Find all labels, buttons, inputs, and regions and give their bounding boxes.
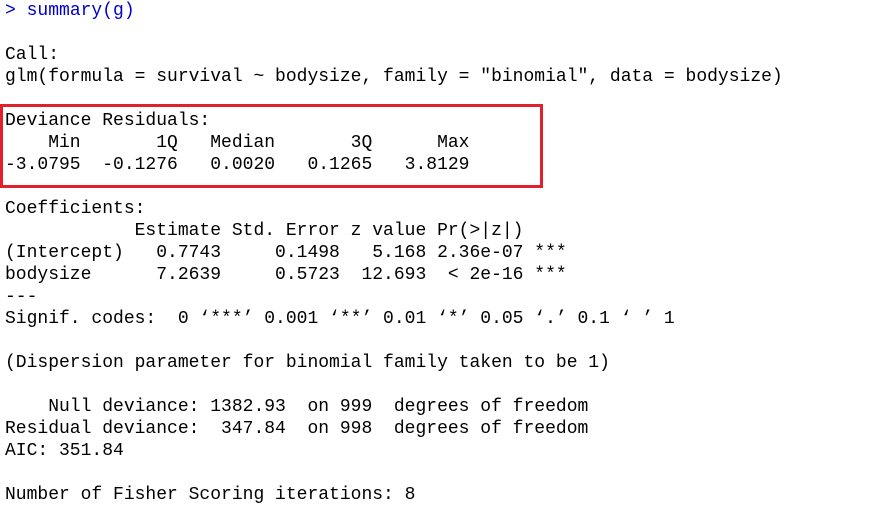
call-header: Call: xyxy=(5,45,60,65)
command-line: > summary(g) xyxy=(5,0,880,22)
aic-value: AIC: 351.84 xyxy=(5,441,124,461)
call-text: glm(formula = survival ~ bodysize, famil… xyxy=(5,67,783,87)
coefficients-row-intercept: (Intercept) 0.7743 0.1498 5.168 2.36e-07… xyxy=(5,243,567,263)
coefficients-title: Coefficients: xyxy=(5,199,146,219)
dispersion-note: (Dispersion parameter for binomial famil… xyxy=(5,353,610,373)
null-deviance: Null deviance: 1382.93 on 999 degrees of… xyxy=(5,397,589,417)
coefficients-separator: --- xyxy=(5,287,38,307)
signif-codes: Signif. codes: 0 ‘***’ 0.001 ‘**’ 0.01 ‘… xyxy=(5,309,675,329)
fisher-iterations: Number of Fisher Scoring iterations: 8 xyxy=(5,485,416,505)
prompt-symbol: > xyxy=(5,1,27,21)
r-console-output: > summary(g) Call: glm(formula = surviva… xyxy=(5,0,880,506)
coefficients-row-bodysize: bodysize 7.2639 0.5723 12.693 < 2e-16 **… xyxy=(5,265,567,285)
command-text: summary(g) xyxy=(26,1,135,21)
deviance-residuals-highlight-box xyxy=(0,104,543,188)
coefficients-header: Estimate Std. Error z value Pr(>|z|) xyxy=(5,221,567,241)
residual-deviance: Residual deviance: 347.84 on 998 degrees… xyxy=(5,419,589,439)
